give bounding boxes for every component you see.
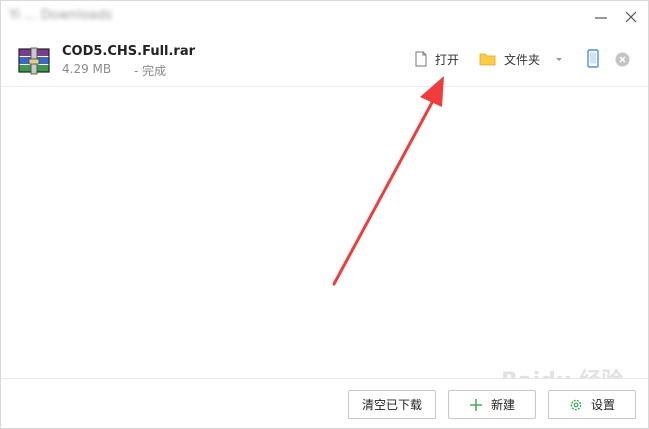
open-folder-button[interactable]: 文件夹 bbox=[479, 49, 540, 69]
document-icon bbox=[415, 51, 427, 67]
download-list-item[interactable]: COD5.CHS.Full.rar 4.29 MB - 完成 打开 文件夹 bbox=[1, 35, 648, 85]
gear-icon bbox=[570, 399, 582, 410]
window-title: Yi ... Downloads bbox=[9, 8, 113, 23]
file-size: 4.29 MB bbox=[62, 62, 112, 76]
remove-item-icon[interactable] bbox=[615, 52, 630, 67]
open-file-button[interactable]: 打开 bbox=[415, 49, 459, 69]
settings-button[interactable]: 设置 bbox=[548, 390, 636, 419]
new-download-button[interactable]: 新建 bbox=[448, 390, 536, 419]
download-status: - 完成 bbox=[134, 64, 167, 78]
footer-toolbar: 清空已下载 新建 设置 bbox=[1, 379, 648, 428]
new-download-label: 新建 bbox=[490, 398, 515, 412]
minimize-icon bbox=[595, 17, 607, 19]
close-button[interactable] bbox=[619, 5, 643, 29]
close-icon bbox=[625, 11, 637, 23]
plus-icon bbox=[469, 398, 482, 411]
clear-downloaded-button[interactable]: 清空已下载 bbox=[348, 390, 436, 419]
folder-icon bbox=[479, 53, 496, 66]
phone-icon[interactable] bbox=[586, 49, 600, 69]
title-bar: Yi ... Downloads bbox=[1, 1, 648, 33]
open-label: 打开 bbox=[435, 52, 460, 67]
clear-downloaded-label: 清空已下载 bbox=[361, 398, 422, 412]
chevron-down-icon[interactable] bbox=[554, 56, 564, 64]
folder-label: 文件夹 bbox=[504, 52, 541, 67]
download-manager-window: Yi ... Downloads COD5.CHS.Full.rar 4.29 … bbox=[0, 0, 649, 429]
file-name: COD5.CHS.Full.rar bbox=[62, 44, 196, 59]
minimize-button[interactable] bbox=[589, 5, 613, 29]
settings-label: 设置 bbox=[590, 398, 615, 412]
download-list-empty-area bbox=[1, 87, 648, 377]
rar-archive-icon bbox=[18, 47, 50, 75]
